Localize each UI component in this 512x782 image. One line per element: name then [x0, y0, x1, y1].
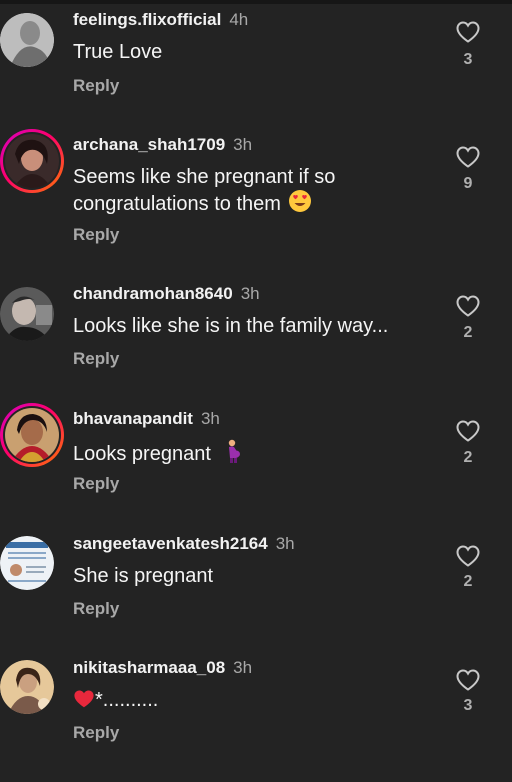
avatar[interactable]	[0, 660, 54, 714]
avatar-image	[0, 287, 54, 341]
username-text[interactable]: feelings.flixofficial	[73, 10, 221, 29]
comment-text: Looks like she is in the family way...	[73, 315, 389, 337]
avatar[interactable]	[0, 403, 64, 467]
comment-username[interactable]: feelings.flixofficial 4h	[73, 10, 248, 30]
like-count: 9	[463, 175, 473, 192]
reply-button[interactable]: Reply	[73, 225, 119, 245]
comment-text: Looks pregnant	[73, 439, 413, 466]
avatar-image	[0, 536, 54, 590]
heart-outline-icon[interactable]	[455, 145, 481, 169]
comment-time: 3h	[275, 534, 295, 553]
comment-text: True Love	[73, 41, 163, 63]
heart-outline-icon[interactable]	[455, 294, 481, 318]
comment-text: She is pregnant	[73, 565, 214, 587]
comment-username[interactable]: nikitasharmaaa_08 3h	[73, 658, 252, 678]
comment-time: 3h	[240, 284, 260, 303]
reply-button[interactable]: Reply	[73, 349, 119, 369]
pregnant-woman-emoji	[229, 439, 241, 463]
avatar[interactable]	[0, 287, 54, 341]
avatar[interactable]	[0, 13, 54, 67]
username-text[interactable]: chandramohan8640	[73, 284, 233, 303]
red-heart-emoji	[74, 690, 94, 708]
comment-item: feelings.flixofficial 4h True Love Reply …	[0, 10, 512, 134]
comment-item: bhavanapandit 3h Looks pregnant Reply 2	[0, 403, 512, 533]
like-count: 2	[463, 324, 473, 341]
like-count: 2	[463, 449, 473, 466]
avatar-image	[0, 13, 54, 67]
comment-time: 3h	[233, 658, 253, 677]
comment-username[interactable]: bhavanapandit 3h	[73, 409, 220, 429]
heart-eyes-emoji	[289, 190, 312, 212]
comment-text-line: congratulations to them	[73, 193, 281, 215]
comment-time: 3h	[200, 409, 220, 428]
heart-outline-icon[interactable]	[455, 20, 481, 44]
comment-text: *..........	[73, 688, 413, 712]
comment-time: 4h	[229, 10, 249, 29]
username-text[interactable]: archana_shah1709	[73, 135, 225, 154]
comment-text-line: Seems like she pregnant if so	[73, 166, 336, 188]
reply-button[interactable]: Reply	[73, 723, 119, 743]
comment-username[interactable]: archana_shah1709 3h	[73, 135, 252, 155]
avatar-image	[5, 134, 59, 188]
top-divider	[0, 0, 512, 4]
comment-item: chandramohan8640 3h Looks like she is in …	[0, 284, 512, 408]
avatar-image	[5, 408, 59, 462]
reply-button[interactable]: Reply	[73, 599, 119, 619]
comment-text-content: *..........	[95, 689, 159, 711]
avatar[interactable]	[0, 129, 64, 193]
like-count: 3	[463, 697, 473, 714]
heart-outline-icon[interactable]	[455, 419, 481, 443]
avatar-image	[0, 660, 54, 714]
heart-outline-icon[interactable]	[455, 544, 481, 568]
username-text[interactable]: nikitasharmaaa_08	[73, 658, 225, 677]
comment-username[interactable]: chandramohan8640 3h	[73, 284, 260, 304]
username-text[interactable]: bhavanapandit	[73, 409, 193, 428]
heart-outline-icon[interactable]	[455, 668, 481, 692]
comment-text: Seems like she pregnant if so congratula…	[73, 165, 413, 216]
reply-button[interactable]: Reply	[73, 76, 119, 96]
avatar[interactable]	[0, 536, 54, 590]
reply-button[interactable]: Reply	[73, 474, 119, 494]
comment-text-line-2: congratulations to them	[73, 189, 413, 216]
like-count: 3	[463, 51, 473, 68]
username-text[interactable]: sangeetavenkatesh2164	[73, 534, 268, 553]
like-count: 2	[463, 573, 473, 590]
comment-item: archana_shah1709 3h Seems like she pregna…	[0, 129, 512, 259]
comment-time: 3h	[233, 135, 253, 154]
comment-text-content: Looks pregnant	[73, 443, 211, 465]
comment-item: nikitasharmaaa_08 3h *.......... Reply 3	[0, 658, 512, 782]
comment-username[interactable]: sangeetavenkatesh2164 3h	[73, 534, 295, 554]
comment-item: sangeetavenkatesh2164 3h She is pregnant …	[0, 534, 512, 658]
